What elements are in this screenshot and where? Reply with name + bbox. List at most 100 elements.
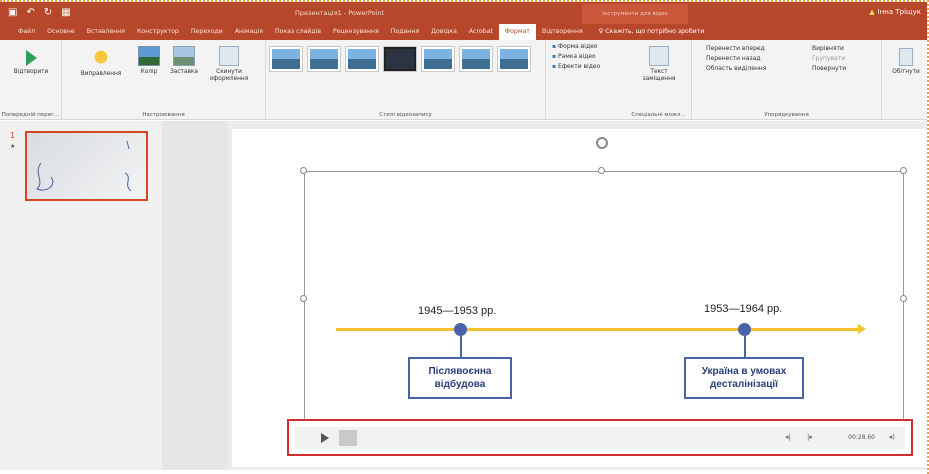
user-name: Інна Тріщук (877, 8, 921, 16)
video-style-1[interactable] (270, 47, 302, 71)
alt-text-button[interactable]: Текст заміщення (636, 46, 682, 83)
warning-icon: ▲ (869, 8, 875, 16)
slide: 1945—1953 рр. Післявоєнна відбудова 1953… (232, 129, 927, 467)
tab-file[interactable]: Файл (12, 24, 41, 40)
slide-thumbnail[interactable] (25, 131, 148, 201)
ribbon: Відтворити Попередній перег... Виправлен… (0, 40, 927, 120)
event-2-label-line2: десталінізації (710, 379, 778, 390)
window-title: Презентація1 - PowerPoint (295, 9, 385, 17)
resize-handle-tr[interactable] (900, 167, 907, 174)
media-controls: ◂| |▸ 00:28.60 ◂) (295, 427, 905, 449)
tell-me-search[interactable]: ♀ Скажіть, що потрібно зробити (593, 24, 711, 40)
video-effects-button[interactable]: Ефекти відео (552, 62, 600, 72)
tab-view[interactable]: Подання (385, 24, 425, 40)
poster-frame-icon (173, 46, 195, 66)
skip-forward-icon[interactable]: |▸ (807, 433, 813, 441)
event-1-box: Післявоєнна відбудова (408, 357, 512, 399)
event-2-box: Україна в умовах десталінізації (684, 357, 804, 399)
group-accessibility: Текст заміщення Спеціальні можл... (626, 40, 692, 120)
ribbon-tabs: Файл Основне Вставлення Конструктор Пере… (0, 24, 927, 40)
tab-animations[interactable]: Анімація (229, 24, 269, 40)
skip-back-icon[interactable]: ◂| (785, 433, 791, 441)
event-2-label-line1: Україна в умовах (701, 366, 787, 377)
redo-icon[interactable]: ↻ (44, 7, 52, 19)
reset-design-label: Скинути оформлення (209, 69, 249, 82)
alt-text-label: Текст заміщення (642, 69, 676, 82)
video-style-2[interactable] (308, 47, 340, 71)
tab-playback[interactable]: Відтворення (536, 24, 589, 40)
event-1-label-line2: відбудова (434, 379, 486, 390)
alt-text-icon (649, 46, 669, 66)
tab-transitions[interactable]: Переходи (185, 24, 229, 40)
tab-help[interactable]: Довідка (425, 24, 463, 40)
tell-me-label: Скажіть, що потрібно зробити (605, 28, 705, 35)
title-bar: ▣ ↶ ↻ ▦ Презентація1 - PowerPoint Інстру… (0, 2, 927, 24)
color-button[interactable]: Колір (134, 46, 164, 76)
arrange-column-2: Вирівняти Групувати Повернути (812, 44, 846, 74)
resize-handle-tc[interactable] (598, 167, 605, 174)
event-2-connector (744, 336, 746, 357)
save-icon[interactable]: ▣ (8, 7, 17, 19)
user-account[interactable]: ▲ Інна Тріщук (869, 8, 921, 16)
play-label: Відтворити (13, 69, 49, 75)
media-time: 00:28.60 (848, 434, 875, 441)
video-shape-button[interactable]: Форма відео (552, 42, 600, 52)
event-1-date: 1945—1953 рр. (418, 305, 497, 317)
group-arrange: Перенести вперед Перенести назад Область… (692, 40, 882, 120)
resize-handle-mr[interactable] (900, 295, 907, 302)
video-style-3[interactable] (346, 47, 378, 71)
slide-thumbnails-panel: 1 ★ (0, 121, 162, 470)
tab-insert[interactable]: Вставлення (81, 24, 131, 40)
selection-pane-button[interactable]: Область виділення (706, 64, 766, 74)
video-selection-box[interactable] (304, 171, 904, 427)
timeline-line (336, 328, 858, 331)
rotate-handle-icon[interactable] (596, 137, 608, 149)
video-style-5[interactable] (422, 47, 454, 71)
video-styles-gallery (270, 47, 530, 71)
video-tools-label: Інструменти для відео (582, 4, 688, 24)
corrections-button[interactable]: Виправлення (78, 46, 124, 78)
align-button[interactable]: Вирівняти (812, 44, 846, 54)
video-border-button[interactable]: Рамка відео (552, 52, 600, 62)
event-1-label-line1: Післявоєнна (428, 366, 492, 377)
reset-design-icon (219, 46, 239, 66)
video-style-6[interactable] (460, 47, 492, 71)
tab-design[interactable]: Конструктор (131, 24, 185, 40)
poster-frame-button[interactable]: Заставка (166, 46, 202, 76)
undo-icon[interactable]: ↶ (26, 7, 34, 19)
resize-handle-ml[interactable] (300, 295, 307, 302)
color-label: Колір (140, 69, 158, 75)
crop-button[interactable]: Обітнути (888, 48, 924, 76)
play-icon (25, 50, 37, 66)
video-style-7[interactable] (498, 47, 530, 71)
bring-forward-button[interactable]: Перенести вперед (706, 44, 766, 54)
tab-acrobat[interactable]: Acrobat (463, 24, 499, 40)
send-backward-button[interactable]: Перенести назад (706, 54, 766, 64)
quick-access-toolbar: ▣ ↶ ↻ ▦ (8, 7, 71, 19)
color-icon (138, 46, 160, 66)
volume-icon[interactable]: ◂) (889, 433, 895, 441)
group-preview-label: Попередній перег... (1, 112, 60, 118)
media-progress-thumb[interactable] (339, 430, 357, 446)
slideshow-icon[interactable]: ▦ (61, 7, 70, 19)
group-accessibility-label: Спеціальні можл... (631, 112, 686, 118)
rotate-button[interactable]: Повернути (812, 64, 846, 74)
thumbnail-sketch (36, 140, 132, 192)
tab-review[interactable]: Рецензування (327, 24, 385, 40)
play-button[interactable]: Відтворити (8, 50, 54, 76)
reset-design-button[interactable]: Скинути оформлення (202, 46, 256, 83)
group-video-styles-label: Стилі відеозапису (379, 112, 432, 118)
corrections-label: Виправлення (80, 71, 122, 77)
video-options: Форма відео Рамка відео Ефекти відео (552, 42, 600, 72)
crop-label: Обітнути (892, 69, 920, 75)
tab-format[interactable]: Формат (498, 24, 536, 40)
slide-number: 1 (10, 131, 16, 140)
tab-home[interactable]: Основне (41, 24, 81, 40)
resize-handle-tl[interactable] (300, 167, 307, 174)
media-play-icon[interactable] (321, 433, 329, 443)
video-style-4[interactable] (384, 47, 416, 71)
media-controls-bar: ◂| |▸ 00:28.60 ◂) (287, 419, 913, 456)
event-1-node (454, 323, 467, 336)
tab-slideshow[interactable]: Показ слайдів (269, 24, 327, 40)
group-button[interactable]: Групувати (812, 54, 846, 64)
